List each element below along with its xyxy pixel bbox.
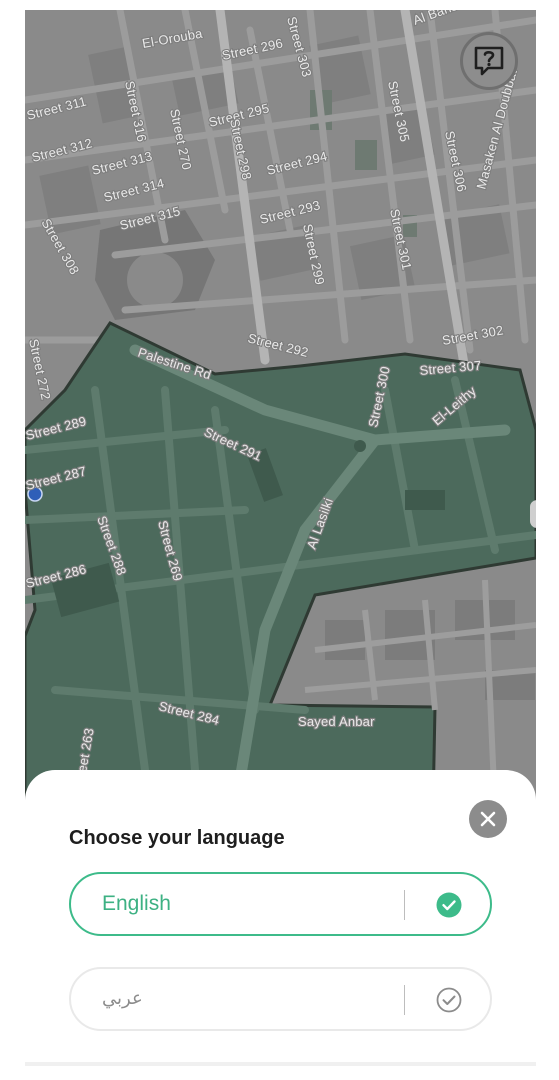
map-side-handle[interactable] xyxy=(530,500,536,528)
divider xyxy=(404,890,405,920)
divider xyxy=(404,985,405,1015)
street-label: Sayed Anbar xyxy=(298,714,375,729)
language-option-arabic[interactable]: عربي xyxy=(69,967,492,1031)
check-outline-icon xyxy=(436,987,462,1013)
bottom-divider xyxy=(25,1062,536,1066)
check-filled-icon xyxy=(436,892,462,918)
language-label: عربي xyxy=(102,988,143,1009)
language-bottom-sheet: Choose your language English عربي xyxy=(25,770,536,1080)
sheet-title: Choose your language xyxy=(69,827,285,849)
language-option-english[interactable]: English xyxy=(69,872,492,936)
language-label: English xyxy=(102,892,171,915)
map[interactable]: El-Orouba Street 296 Street 303 Al Bans … xyxy=(25,10,536,810)
help-question-icon xyxy=(474,46,504,76)
close-button[interactable] xyxy=(469,800,507,838)
close-icon xyxy=(480,811,496,827)
app-screen: El-Orouba Street 296 Street 303 Al Bans … xyxy=(25,10,536,1080)
help-button[interactable] xyxy=(460,32,518,90)
